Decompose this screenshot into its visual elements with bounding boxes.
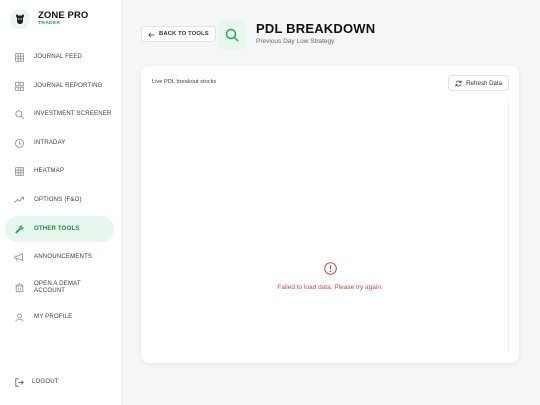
wrench-icon — [14, 224, 24, 234]
sidebar-item-my-profile[interactable]: MY PROFILE — [5, 304, 114, 330]
brand-sub: TRADER — [38, 21, 61, 27]
pdl-breakout-card: Live PDL breakout stocks Refresh Data Fa… — [141, 66, 519, 363]
logout-label: LOGOUT — [32, 378, 59, 386]
error-state: Failed to load data. Please try again. — [141, 262, 519, 291]
error-message: Failed to load data. Please try again. — [277, 284, 383, 291]
sidebar-item-journal-reporting[interactable]: JOURNAL REPORTING — [5, 73, 114, 99]
trend-icon — [14, 195, 24, 205]
sidebar-item-journal-feed[interactable]: JOURNAL FEED — [5, 44, 114, 70]
sidebar-item-label: OPEN A DEMAT ACCOUNT — [34, 279, 81, 295]
page-title: PDL BREAKDOWN — [256, 21, 376, 36]
sidebar-item-announcements[interactable]: ANNOUNCEMENTS — [5, 244, 114, 270]
refresh-data-button[interactable]: Refresh Data — [448, 75, 509, 91]
grid-icon — [14, 166, 24, 176]
sidebar-item-investment-screener[interactable]: INVESTMENT SCREENER — [5, 101, 114, 127]
clock-icon — [14, 138, 24, 148]
sidebar-item-label: JOURNAL FEED — [34, 53, 82, 61]
sidebar-item-label: MY PROFILE — [34, 313, 73, 321]
back-to-tools-button[interactable]: BACK TO TOOLS — [141, 26, 216, 42]
user-icon — [14, 312, 24, 322]
sidebar-item-label: ANNOUNCEMENTS — [34, 253, 93, 261]
search-icon — [14, 109, 24, 119]
sidebar-item-label: INVESTMENT SCREENER — [34, 110, 112, 118]
brand-name: ZONE PRO — [38, 9, 89, 21]
sidebar-item-label: OTHER TOOLS — [34, 225, 80, 233]
logout-icon — [14, 377, 24, 387]
sidebar-item-label: HEATMAP — [34, 167, 65, 175]
logout-button[interactable]: LOGOUT — [14, 377, 59, 387]
dashboard-icon — [14, 81, 24, 91]
sidebar-item-label: INTRADAY — [34, 139, 66, 147]
page-subtitle: Previous Day Low Strategy — [256, 38, 335, 45]
sidebar-item-heatmap[interactable]: HEATMAP — [5, 158, 114, 184]
grid-icon — [14, 52, 24, 62]
megaphone-icon — [14, 252, 24, 262]
arrow-left-icon — [148, 25, 155, 43]
table-divider — [508, 102, 509, 352]
card-title: Live PDL breakout stocks — [152, 79, 217, 85]
sidebar-item-open-demat-account[interactable]: OPEN A DEMAT ACCOUNT — [5, 273, 114, 301]
sidebar-item-other-tools[interactable]: OTHER TOOLS — [5, 216, 114, 242]
sidebar: ZONE PRO TRADER JOURNAL FEED JOURNAL REP… — [0, 0, 122, 405]
sidebar-item-label: JOURNAL REPORTING — [34, 82, 103, 90]
sidebar-item-label: OPTIONS (F&O) — [34, 196, 82, 204]
building-icon — [14, 282, 24, 292]
refresh-icon — [455, 74, 462, 92]
brand[interactable]: ZONE PRO TRADER — [10, 9, 88, 29]
sidebar-item-options[interactable]: OPTIONS (F&O) — [5, 187, 114, 213]
bull-logo-icon — [10, 9, 30, 29]
refresh-data-label: Refresh Data — [466, 79, 502, 87]
alert-circle-icon — [323, 262, 337, 280]
back-to-tools-label: BACK TO TOOLS — [159, 31, 209, 37]
sidebar-item-intraday[interactable]: INTRADAY — [5, 130, 114, 156]
search-icon — [217, 20, 247, 50]
